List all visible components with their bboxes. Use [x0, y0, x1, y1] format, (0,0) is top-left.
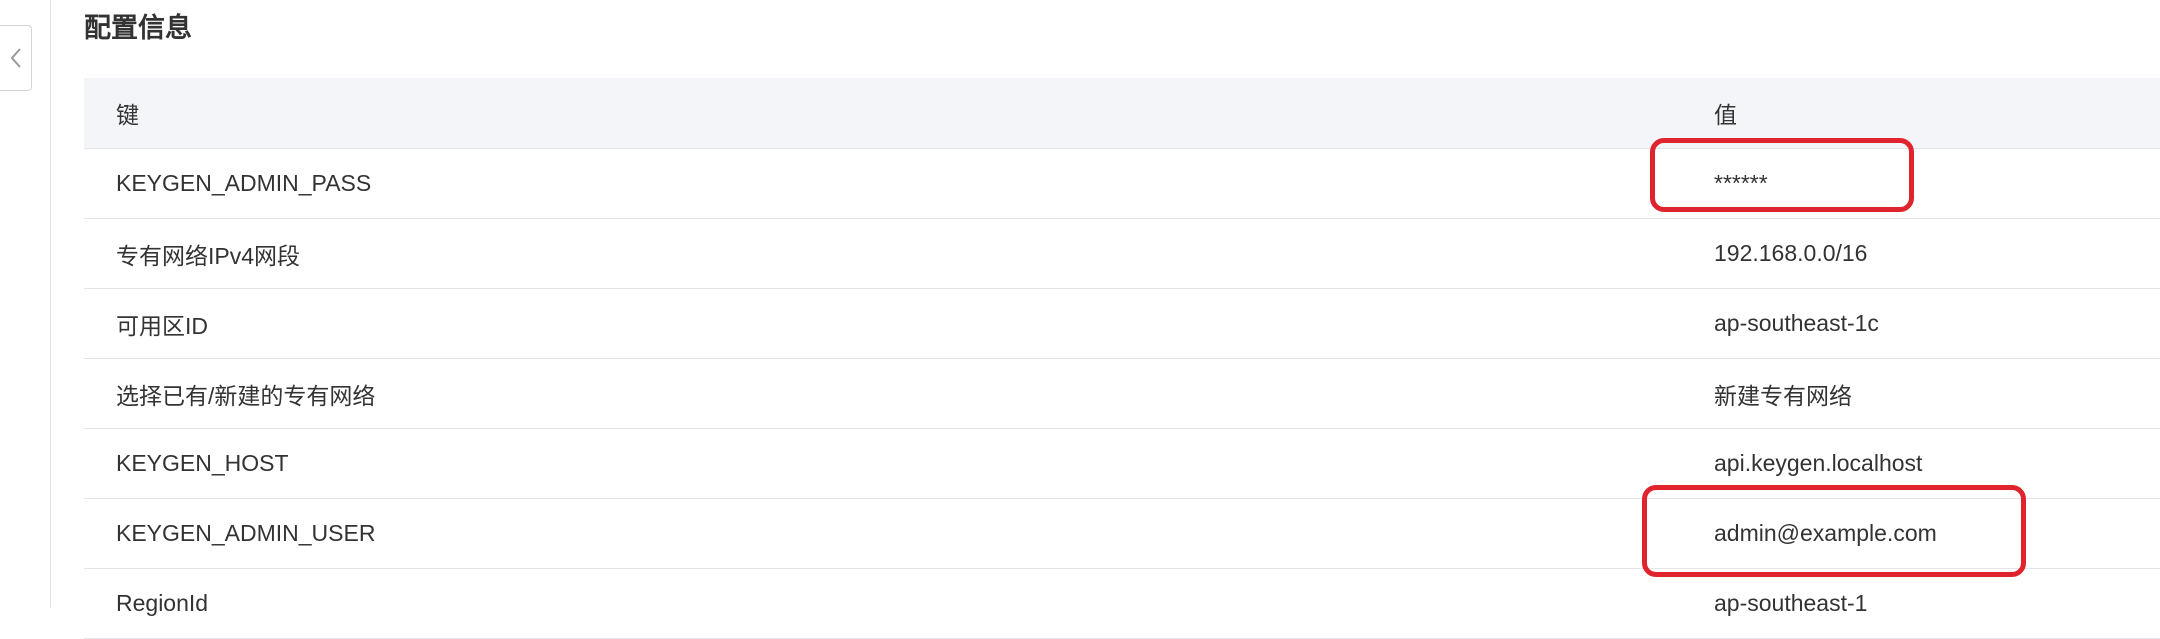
row-value: ap-southeast-1c — [1682, 288, 2160, 359]
row-value: admin@example.com — [1682, 498, 2160, 569]
row-value: ap-southeast-1 — [1682, 568, 2160, 639]
table-row: 选择已有/新建的专有网络 新建专有网络 — [84, 358, 2160, 429]
table-row: KEYGEN_HOST api.keygen.localhost — [84, 428, 2160, 499]
section-title: 配置信息 — [84, 13, 192, 43]
row-value: 192.168.0.0/16 — [1682, 218, 2160, 289]
row-key: KEYGEN_HOST — [84, 428, 1682, 499]
row-key: 选择已有/新建的专有网络 — [84, 358, 1682, 429]
column-header-key: 键 — [84, 78, 1682, 149]
row-value: 新建专有网络 — [1682, 358, 2160, 429]
row-key: KEYGEN_ADMIN_USER — [84, 498, 1682, 569]
table-row: 专有网络IPv4网段 192.168.0.0/16 — [84, 218, 2160, 289]
row-key: RegionId — [84, 568, 1682, 639]
table-row: KEYGEN_ADMIN_PASS ****** — [84, 148, 2160, 219]
row-value: api.keygen.localhost — [1682, 428, 2160, 499]
column-header-value: 值 — [1682, 78, 2160, 149]
table-row: RegionId ap-southeast-1 — [84, 568, 2160, 639]
chevron-left-icon — [9, 46, 23, 70]
table-header-row: 键 值 — [84, 78, 2160, 149]
row-key: 可用区ID — [84, 288, 1682, 359]
left-sidebar-rail — [0, 0, 51, 608]
config-table: 键 值 KEYGEN_ADMIN_PASS ****** 专有网络IPv4网段 … — [84, 78, 2160, 639]
row-value: ****** — [1682, 148, 2160, 219]
row-key: 专有网络IPv4网段 — [84, 218, 1682, 289]
sidebar-collapse-button[interactable] — [0, 25, 32, 91]
table-row: 可用区ID ap-southeast-1c — [84, 288, 2160, 359]
row-key: KEYGEN_ADMIN_PASS — [84, 148, 1682, 219]
table-row: KEYGEN_ADMIN_USER admin@example.com — [84, 498, 2160, 569]
